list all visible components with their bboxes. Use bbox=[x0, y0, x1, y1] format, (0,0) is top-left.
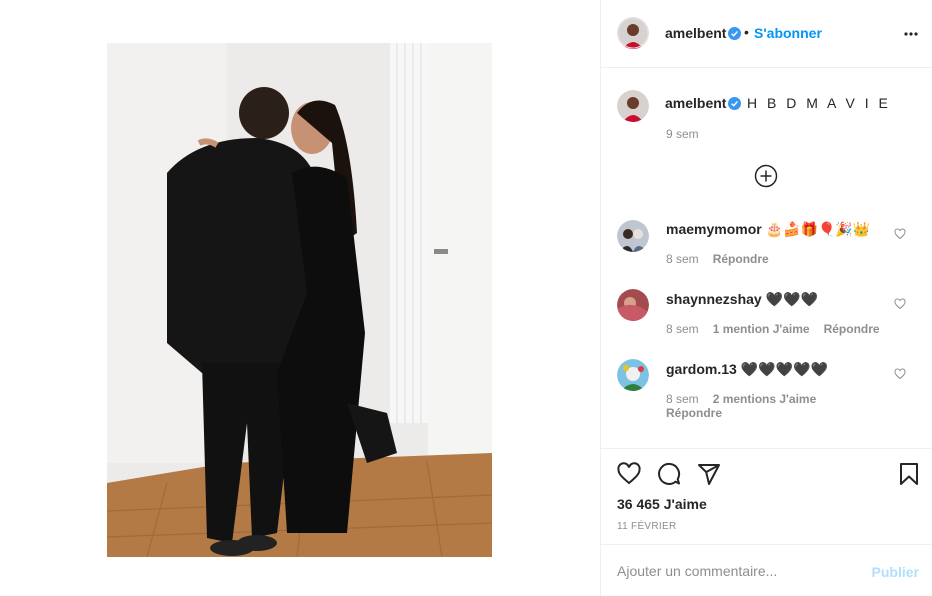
post-panel: amelbent • S'abonner amelbent H B D M A … bbox=[600, 0, 932, 596]
caption-username[interactable]: amelbent bbox=[665, 95, 726, 111]
bookmark-icon[interactable] bbox=[897, 462, 921, 486]
comment-time[interactable]: 8 sem bbox=[666, 252, 699, 266]
comment-username[interactable]: gardom.13 🖤🖤🖤🖤🖤 bbox=[666, 361, 828, 378]
caption-time[interactable]: 9 sem bbox=[666, 127, 699, 141]
publish-button[interactable]: Publier bbox=[872, 564, 919, 580]
comment-meta: 8 sem Répondre bbox=[666, 252, 783, 266]
comment-likes-count[interactable]: 2 mentions J'aime bbox=[713, 392, 817, 406]
author-avatar[interactable] bbox=[617, 17, 649, 49]
comment-meta: 8 sem 2 mentions J'aime Répondre bbox=[666, 392, 866, 420]
load-more-comments-icon[interactable] bbox=[754, 164, 778, 188]
separator-dot: • bbox=[744, 24, 749, 40]
verified-badge-icon bbox=[728, 97, 741, 110]
comment-time[interactable]: 8 sem bbox=[666, 392, 699, 406]
caption-text: H B D M A V I E bbox=[747, 95, 891, 111]
comment-username[interactable]: maemymomor 🎂🍰🎁🎈🎉👑 bbox=[666, 221, 870, 238]
share-icon[interactable] bbox=[697, 462, 721, 486]
comment-like-heart-icon[interactable] bbox=[894, 368, 906, 380]
comment-likes-count[interactable]: 1 mention J'aime bbox=[713, 322, 810, 336]
reply-button[interactable]: Répondre bbox=[666, 406, 722, 420]
comment-username[interactable]: shaynnezshay 🖤🖤🖤 bbox=[666, 291, 818, 308]
reply-button[interactable]: Répondre bbox=[713, 252, 769, 266]
heart-icon[interactable] bbox=[617, 462, 641, 486]
reply-button[interactable]: Répondre bbox=[824, 322, 880, 336]
comment-meta: 8 sem 1 mention J'aime Répondre bbox=[666, 322, 894, 336]
comment-like-heart-icon[interactable] bbox=[894, 228, 906, 240]
commenter-avatar[interactable] bbox=[617, 220, 649, 252]
media-area bbox=[0, 0, 600, 596]
more-horizontal-icon[interactable] bbox=[903, 26, 919, 42]
post-photo[interactable] bbox=[107, 43, 492, 557]
comment-text: 🎂🍰🎁🎈🎉👑 bbox=[765, 221, 871, 237]
post-actions: 36 465 J'aime 11 FÉVRIER bbox=[601, 448, 932, 544]
post-header: amelbent • S'abonner bbox=[601, 0, 932, 68]
follow-button[interactable]: S'abonner bbox=[754, 25, 822, 41]
likes-count[interactable]: 36 465 J'aime bbox=[617, 496, 707, 512]
comment-like-heart-icon[interactable] bbox=[894, 298, 906, 310]
post-date[interactable]: 11 FÉVRIER bbox=[617, 521, 677, 532]
add-comment-bar: Publier bbox=[601, 544, 932, 596]
photo-image bbox=[107, 43, 492, 557]
author-username[interactable]: amelbent bbox=[665, 25, 726, 41]
commenter-avatar[interactable] bbox=[617, 359, 649, 391]
comment-input[interactable] bbox=[617, 559, 857, 583]
comment-text: 🖤🖤🖤🖤🖤 bbox=[740, 361, 828, 377]
commenter-avatar[interactable] bbox=[617, 289, 649, 321]
comment-time[interactable]: 8 sem bbox=[666, 322, 699, 336]
caption-avatar[interactable] bbox=[617, 90, 649, 122]
comment-icon[interactable] bbox=[657, 462, 681, 486]
comment-text: 🖤🖤🖤 bbox=[765, 291, 819, 307]
verified-badge-icon bbox=[728, 27, 741, 40]
